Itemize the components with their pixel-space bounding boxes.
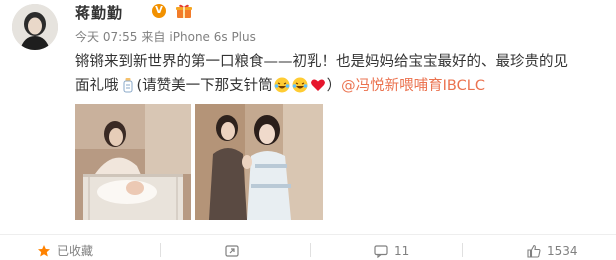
forward-icon (225, 245, 239, 257)
post-meta: 今天 07:55 来自 iPhone 6s Plus (75, 28, 256, 45)
content-line-2-suffix: ） (326, 78, 342, 94)
collect-label: 已收藏 (57, 244, 94, 258)
laughing-crying-emoji (274, 77, 290, 93)
star-icon (38, 245, 50, 257)
thumbs-up-icon (527, 244, 541, 258)
baby-in-crib-photo[interactable] (75, 104, 191, 220)
author-avatar[interactable] (12, 4, 58, 50)
content-line-1: 锵锵来到新世界的第一口粮食——初乳！也是妈妈给宝宝最好的、最珍贵的见 (75, 54, 568, 70)
like-count: 1534 (547, 244, 578, 258)
action-divider (160, 243, 161, 257)
weibo-post: 蒋勤勤 V 今天 07:55 来自 iPhone 6s Plus 锵锵来到新世界的第… (0, 0, 616, 260)
source-prefix: 来自 (141, 30, 166, 44)
comment-icon (374, 245, 388, 259)
heart-emoji (310, 77, 326, 93)
mention-link[interactable]: @冯悦新喂哺育IBCLC (341, 78, 485, 94)
post-time[interactable]: 今天 07:55 (75, 30, 137, 44)
collect-button[interactable]: 已收藏 (37, 241, 93, 260)
gift-badge-icon[interactable] (175, 4, 193, 19)
content-line-2-middle: (请赞美一下那支针筒 (136, 78, 273, 94)
baby-bottle-icon (120, 77, 136, 93)
forward-button[interactable] (225, 241, 245, 260)
comment-count: 11 (394, 244, 410, 258)
post-source[interactable]: iPhone 6s Plus (169, 30, 255, 44)
action-divider (462, 243, 463, 257)
comment-button[interactable]: 11 (374, 241, 409, 260)
action-divider (310, 243, 311, 257)
action-bar: 已收藏 11 1534 (0, 234, 616, 260)
author-name[interactable]: 蒋勤勤 (75, 2, 123, 23)
laughing-crying-emoji (292, 77, 308, 93)
post-content: 锵锵来到新世界的第一口粮食——初乳！也是妈妈给宝宝最好的、最珍贵的见 面礼哦 (请… (75, 50, 611, 98)
like-button[interactable]: 1534 (527, 241, 578, 260)
verified-badge-icon: V (152, 4, 166, 18)
mother-with-newborn-photo[interactable] (195, 104, 323, 220)
content-line-2-prefix: 面礼哦 (75, 78, 119, 94)
